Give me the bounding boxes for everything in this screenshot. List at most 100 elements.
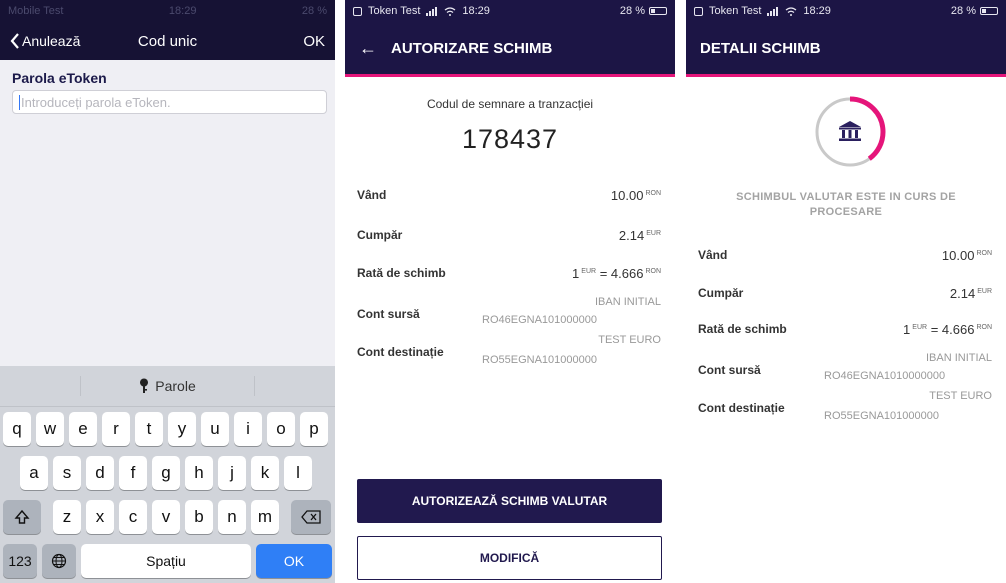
modify-button[interactable]: MODIFICĂ (357, 536, 662, 580)
rate-value: = 4.666 (930, 322, 975, 337)
account-name: IBAN INITIAL (925, 352, 992, 364)
signing-code: 178437 (461, 124, 559, 154)
key[interactable]: g (152, 456, 180, 490)
key-row-2: a s d f g h j k l (0, 456, 335, 490)
return-key[interactable]: OK (256, 544, 332, 578)
wifi-icon (444, 6, 456, 16)
password-placeholder: Introduceți parola eToken. (21, 94, 171, 110)
key[interactable]: b (185, 500, 213, 534)
key[interactable]: m (251, 500, 279, 534)
back-arrow-icon[interactable]: ← (359, 38, 377, 59)
key[interactable]: n (218, 500, 246, 534)
account-iban: RO55EGNA101000000 (482, 354, 597, 366)
suggestion-label: Parole (155, 378, 196, 394)
row-value: 10.00 RON (611, 188, 661, 203)
keyboard: Parole q w e r t y u i o p a s d f g h j… (0, 366, 335, 583)
row-value: 10.00 RON (942, 248, 992, 263)
processing-status: SCHIMBUL VALUTAR ESTE IN CURS DE PROCESA… (736, 191, 956, 218)
currency: RON (976, 323, 992, 331)
signal-icon (767, 6, 779, 16)
app-icon (353, 6, 362, 16)
status-time: 18:29 (168, 5, 197, 17)
status-carrier: Token Test (709, 5, 762, 17)
key[interactable]: a (20, 456, 48, 490)
currency: EUR (912, 323, 928, 331)
key[interactable]: e (69, 412, 97, 446)
key-icon (140, 378, 149, 393)
amount: 2.14 (618, 228, 645, 243)
cancel-button[interactable]: Anulează (10, 33, 80, 49)
key[interactable]: q (3, 412, 31, 446)
ok-button[interactable]: OK (303, 33, 325, 50)
account-name: IBAN INITIAL (594, 296, 661, 308)
key[interactable]: z (53, 500, 81, 534)
signing-code-caption: Codul de semnare a tranzacției (426, 97, 594, 111)
battery-icon (980, 7, 998, 15)
globe-icon (51, 553, 67, 569)
rate-value: = 4.666 (599, 266, 644, 281)
currency: EUR (646, 229, 661, 237)
row-label: Cont destinație (357, 345, 444, 359)
key[interactable]: u (201, 412, 229, 446)
screen-authorize-exchange: Token Test 18:29 28 % ← AUTORIZARE SCHIM… (345, 0, 675, 583)
password-label: Parola eToken (12, 70, 107, 86)
row-label: Rată de schimb (357, 266, 446, 280)
globe-key[interactable] (42, 544, 76, 578)
key[interactable]: l (284, 456, 312, 490)
account-iban: RO55EGNA101000000 (824, 410, 939, 422)
key-row-1: q w e r t y u i o p (0, 412, 335, 446)
page-header: DETALII SCHIMB (686, 22, 1006, 77)
divider (254, 376, 255, 396)
row-value: 2.14 EUR (950, 286, 992, 301)
currency: RON (645, 267, 661, 275)
status-battery: 28 % (301, 5, 327, 17)
key[interactable]: k (251, 456, 279, 490)
key[interactable]: h (185, 456, 213, 490)
divider (80, 376, 81, 396)
status-time: 18:29 (462, 5, 490, 17)
status-battery: 28 % (619, 5, 645, 17)
row-value: 2.14 EUR (619, 228, 661, 243)
key[interactable]: y (168, 412, 196, 446)
numbers-key[interactable]: 123 (3, 544, 37, 578)
password-suggestion-bar[interactable]: Parole (0, 366, 335, 407)
key-row-4: 123 Spațiu OK (0, 544, 335, 578)
status-bar: Token Test 18:29 28 % (686, 0, 1006, 22)
key[interactable]: s (53, 456, 81, 490)
amount: 10.00 (610, 188, 644, 203)
key[interactable]: f (119, 456, 147, 490)
key[interactable]: o (267, 412, 295, 446)
key[interactable]: v (152, 500, 180, 534)
rate-base: 1 (903, 322, 911, 337)
shift-key[interactable] (3, 500, 41, 534)
key[interactable]: d (86, 456, 114, 490)
currency: EUR (581, 267, 597, 275)
account-iban: RO46EGNA1010000000 (824, 370, 946, 382)
key[interactable]: w (36, 412, 64, 446)
key[interactable]: p (300, 412, 328, 446)
backspace-key[interactable] (291, 500, 331, 534)
row-label: Cumpăr (357, 228, 403, 242)
amount: 10.00 (941, 248, 975, 263)
row-label: Cont destinație (698, 401, 785, 415)
bank-building-icon (839, 121, 861, 141)
key[interactable]: x (86, 500, 114, 534)
key[interactable]: i (234, 412, 262, 446)
row-value: 1 EUR = 4.666 RON (572, 266, 661, 281)
text-caret (19, 94, 20, 110)
row-label: Cont sursă (357, 307, 420, 321)
status-bar: Mobile Test 18:29 28 % (0, 0, 335, 22)
app-icon (694, 6, 703, 16)
nav-bar: Anulează Cod unic OK (0, 22, 335, 60)
key[interactable]: j (218, 456, 246, 490)
currency: RON (645, 189, 661, 197)
row-label: Cumpăr (698, 286, 744, 300)
rate-base: 1 (572, 266, 580, 281)
etoken-password-input[interactable]: Introduceți parola eToken. (12, 90, 327, 114)
key[interactable]: t (135, 412, 163, 446)
authorize-exchange-button[interactable]: AUTORIZEAZĂ SCHIMB VALUTAR (357, 479, 662, 523)
space-key[interactable]: Spațiu (81, 544, 251, 578)
key[interactable]: r (102, 412, 130, 446)
key[interactable]: c (119, 500, 147, 534)
status-bar: Token Test 18:29 28 % (345, 0, 675, 22)
